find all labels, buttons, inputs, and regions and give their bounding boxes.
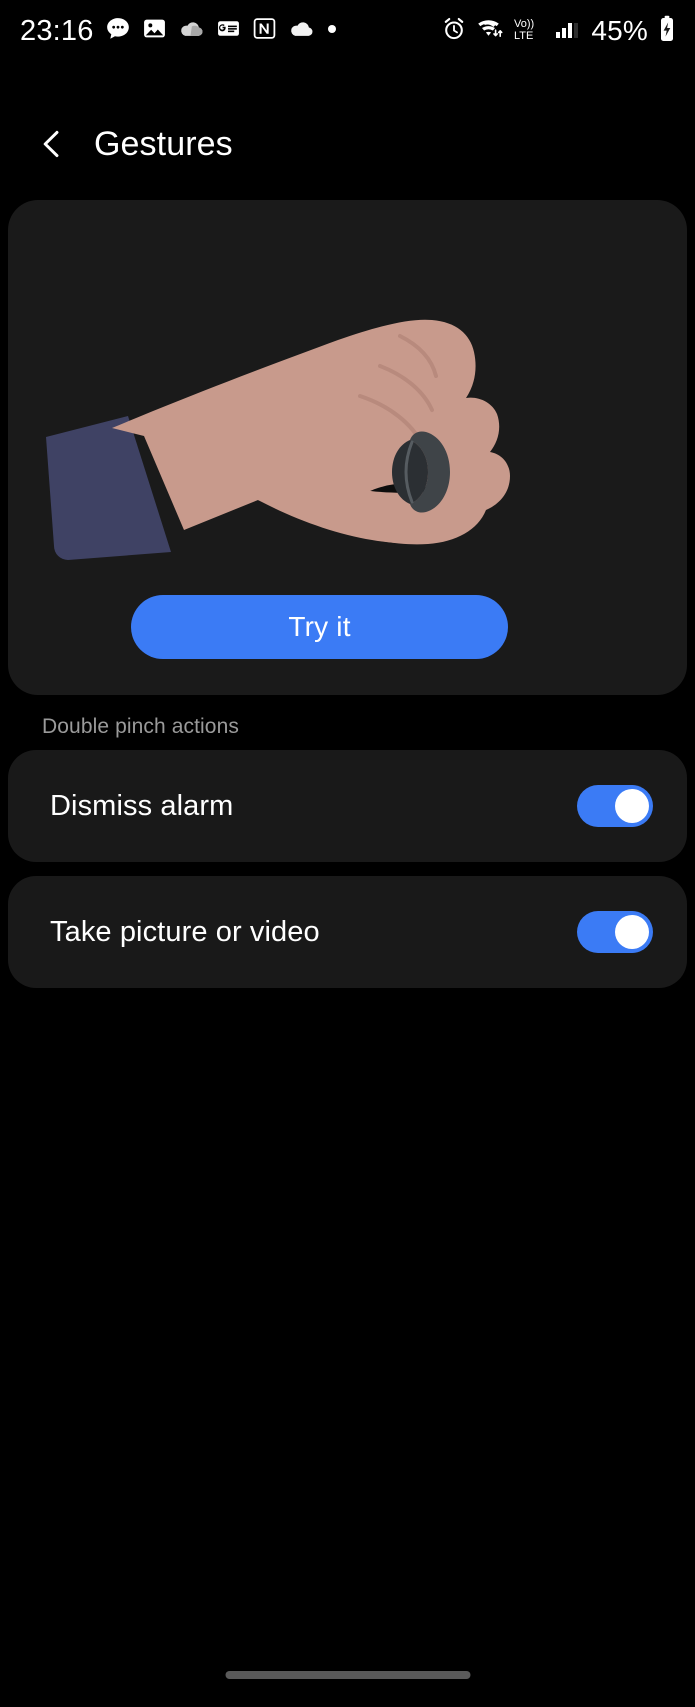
google-news-icon xyxy=(216,16,241,46)
setting-row-dismiss-alarm[interactable]: Dismiss alarm xyxy=(8,750,687,862)
home-gesture-pill[interactable] xyxy=(225,1671,470,1679)
photo-image-icon xyxy=(142,16,167,46)
setting-label: Take picture or video xyxy=(50,915,320,948)
hand-with-smart-ring-pinch-illustration xyxy=(46,319,510,560)
dot-icon xyxy=(326,22,338,40)
svg-text:LTE: LTE xyxy=(514,30,533,42)
status-bar-left-group: 23:16 xyxy=(20,15,338,48)
gesture-demo-card: Try it xyxy=(8,200,687,695)
battery-percent-label: 45% xyxy=(591,15,648,46)
toggle-take-picture-or-video[interactable] xyxy=(577,911,653,953)
app-header: Gestures xyxy=(0,105,695,183)
toggle-knob xyxy=(615,915,649,949)
try-it-button[interactable]: Try it xyxy=(131,595,508,659)
battery-charging-icon xyxy=(657,15,677,48)
status-bar-right-group: Vo)) LTE 45% xyxy=(441,15,677,48)
cloud-white-icon xyxy=(288,15,315,47)
cloud-gray-icon xyxy=(178,15,205,47)
signal-bars-icon xyxy=(554,16,580,47)
section-header-double-pinch-actions: Double pinch actions xyxy=(42,715,239,738)
back-button[interactable] xyxy=(20,112,84,176)
toggle-knob xyxy=(615,789,649,823)
toggle-dismiss-alarm[interactable] xyxy=(577,785,653,827)
status-bar: 23:16 Vo)) LTE 45% xyxy=(0,0,695,62)
status-clock: 23:16 xyxy=(20,14,94,47)
setting-label: Dismiss alarm xyxy=(50,789,234,822)
page-title: Gestures xyxy=(94,124,233,163)
chevron-left-icon xyxy=(43,130,59,158)
alarm-clock-icon xyxy=(441,16,467,47)
svg-text:Vo)): Vo)) xyxy=(514,18,534,30)
letter-n-icon xyxy=(252,16,277,46)
chat-bubble-icon xyxy=(105,16,131,47)
setting-row-take-picture-or-video[interactable]: Take picture or video xyxy=(8,876,687,988)
wifi-data-transfer-icon xyxy=(476,16,504,47)
volte-icon: Vo)) LTE xyxy=(513,15,545,48)
